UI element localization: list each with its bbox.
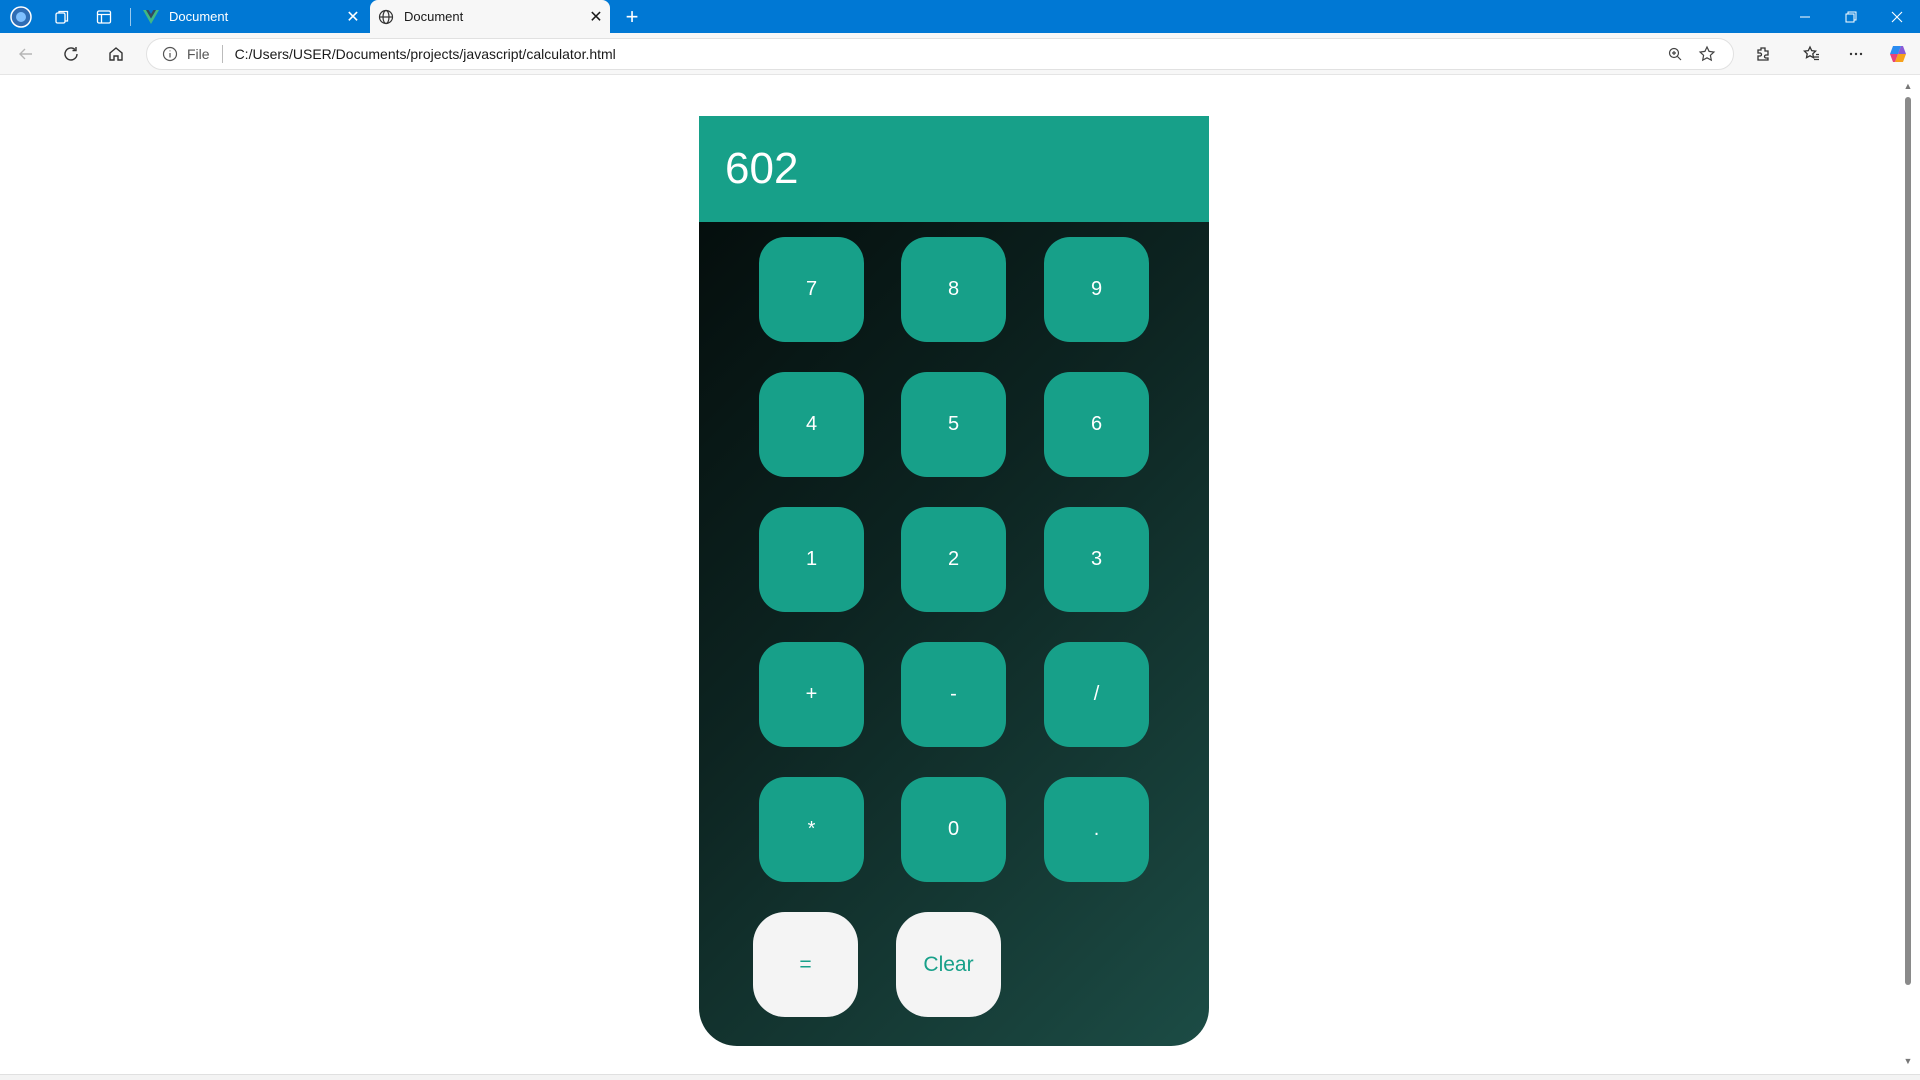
key-0[interactable]: 0 <box>901 777 1006 882</box>
key-1[interactable]: 1 <box>759 507 864 612</box>
tab-document-inactive[interactable]: Document ✕ <box>135 0 367 33</box>
address-divider <box>221 45 223 63</box>
refresh-icon[interactable] <box>55 38 87 70</box>
scrollbar-thumb[interactable] <box>1905 97 1911 985</box>
extensions-icon[interactable] <box>1747 38 1779 70</box>
close-window-button[interactable] <box>1874 0 1920 33</box>
key-2[interactable]: 2 <box>901 507 1006 612</box>
clear-button[interactable]: Clear <box>896 912 1001 1017</box>
minimize-button[interactable] <box>1782 0 1828 33</box>
key-9[interactable]: 9 <box>1044 237 1149 342</box>
calculator: 602 7 8 9 4 5 6 1 2 3 + - / * 0 . = Clea… <box>699 116 1209 1046</box>
key-3[interactable]: 3 <box>1044 507 1149 612</box>
key-multiply[interactable]: * <box>759 777 864 882</box>
tab-close-icon[interactable]: ✕ <box>582 3 610 31</box>
address-bar[interactable]: File C:/Users/USER/Documents/projects/ja… <box>146 38 1734 70</box>
tab-document-active[interactable]: Document ✕ <box>370 0 610 33</box>
key-divide[interactable]: / <box>1044 642 1149 747</box>
info-icon[interactable] <box>161 45 179 63</box>
profile-avatar-icon[interactable] <box>10 6 32 28</box>
tab-close-icon[interactable]: ✕ <box>339 3 367 31</box>
workspaces-icon[interactable] <box>51 6 73 28</box>
vertical-scrollbar[interactable]: ▲ ▼ <box>1900 75 1916 1074</box>
browser-toolbar: File C:/Users/USER/Documents/projects/ja… <box>0 33 1920 75</box>
key-6[interactable]: 6 <box>1044 372 1149 477</box>
scroll-down-icon[interactable]: ▼ <box>1903 1056 1913 1066</box>
globe-icon <box>378 9 394 25</box>
key-8[interactable]: 8 <box>901 237 1006 342</box>
key-5[interactable]: 5 <box>901 372 1006 477</box>
key-decimal[interactable]: . <box>1044 777 1149 882</box>
display-value: 602 <box>725 144 799 193</box>
favorite-star-icon[interactable] <box>1691 38 1723 70</box>
home-icon[interactable] <box>100 38 132 70</box>
back-arrow-icon[interactable] <box>10 38 42 70</box>
tab-separator <box>130 8 131 26</box>
key-4[interactable]: 4 <box>759 372 864 477</box>
vue-logo-icon <box>143 9 159 25</box>
more-menu-icon[interactable] <box>1840 38 1872 70</box>
scroll-up-icon[interactable]: ▲ <box>1903 81 1913 91</box>
tab-title: Document <box>404 9 464 24</box>
zoom-icon[interactable] <box>1659 38 1691 70</box>
window-bottom-edge <box>0 1074 1920 1080</box>
equals-button[interactable]: = <box>753 912 858 1017</box>
key-7[interactable]: 7 <box>759 237 864 342</box>
copilot-icon[interactable] <box>1882 38 1914 70</box>
favorites-icon[interactable] <box>1796 38 1828 70</box>
vertical-tabs-icon[interactable] <box>93 6 115 28</box>
key-plus[interactable]: + <box>759 642 864 747</box>
url-text[interactable]: C:/Users/USER/Documents/projects/javascr… <box>235 46 1659 62</box>
key-minus[interactable]: - <box>901 642 1006 747</box>
calculator-display: 602 <box>699 116 1209 222</box>
tab-strip: Document ✕ Document ✕ + <box>0 0 1920 33</box>
new-tab-button[interactable]: + <box>618 3 646 31</box>
tab-title: Document <box>169 9 229 24</box>
restore-button[interactable] <box>1828 0 1874 33</box>
scheme-label: File <box>187 46 210 62</box>
